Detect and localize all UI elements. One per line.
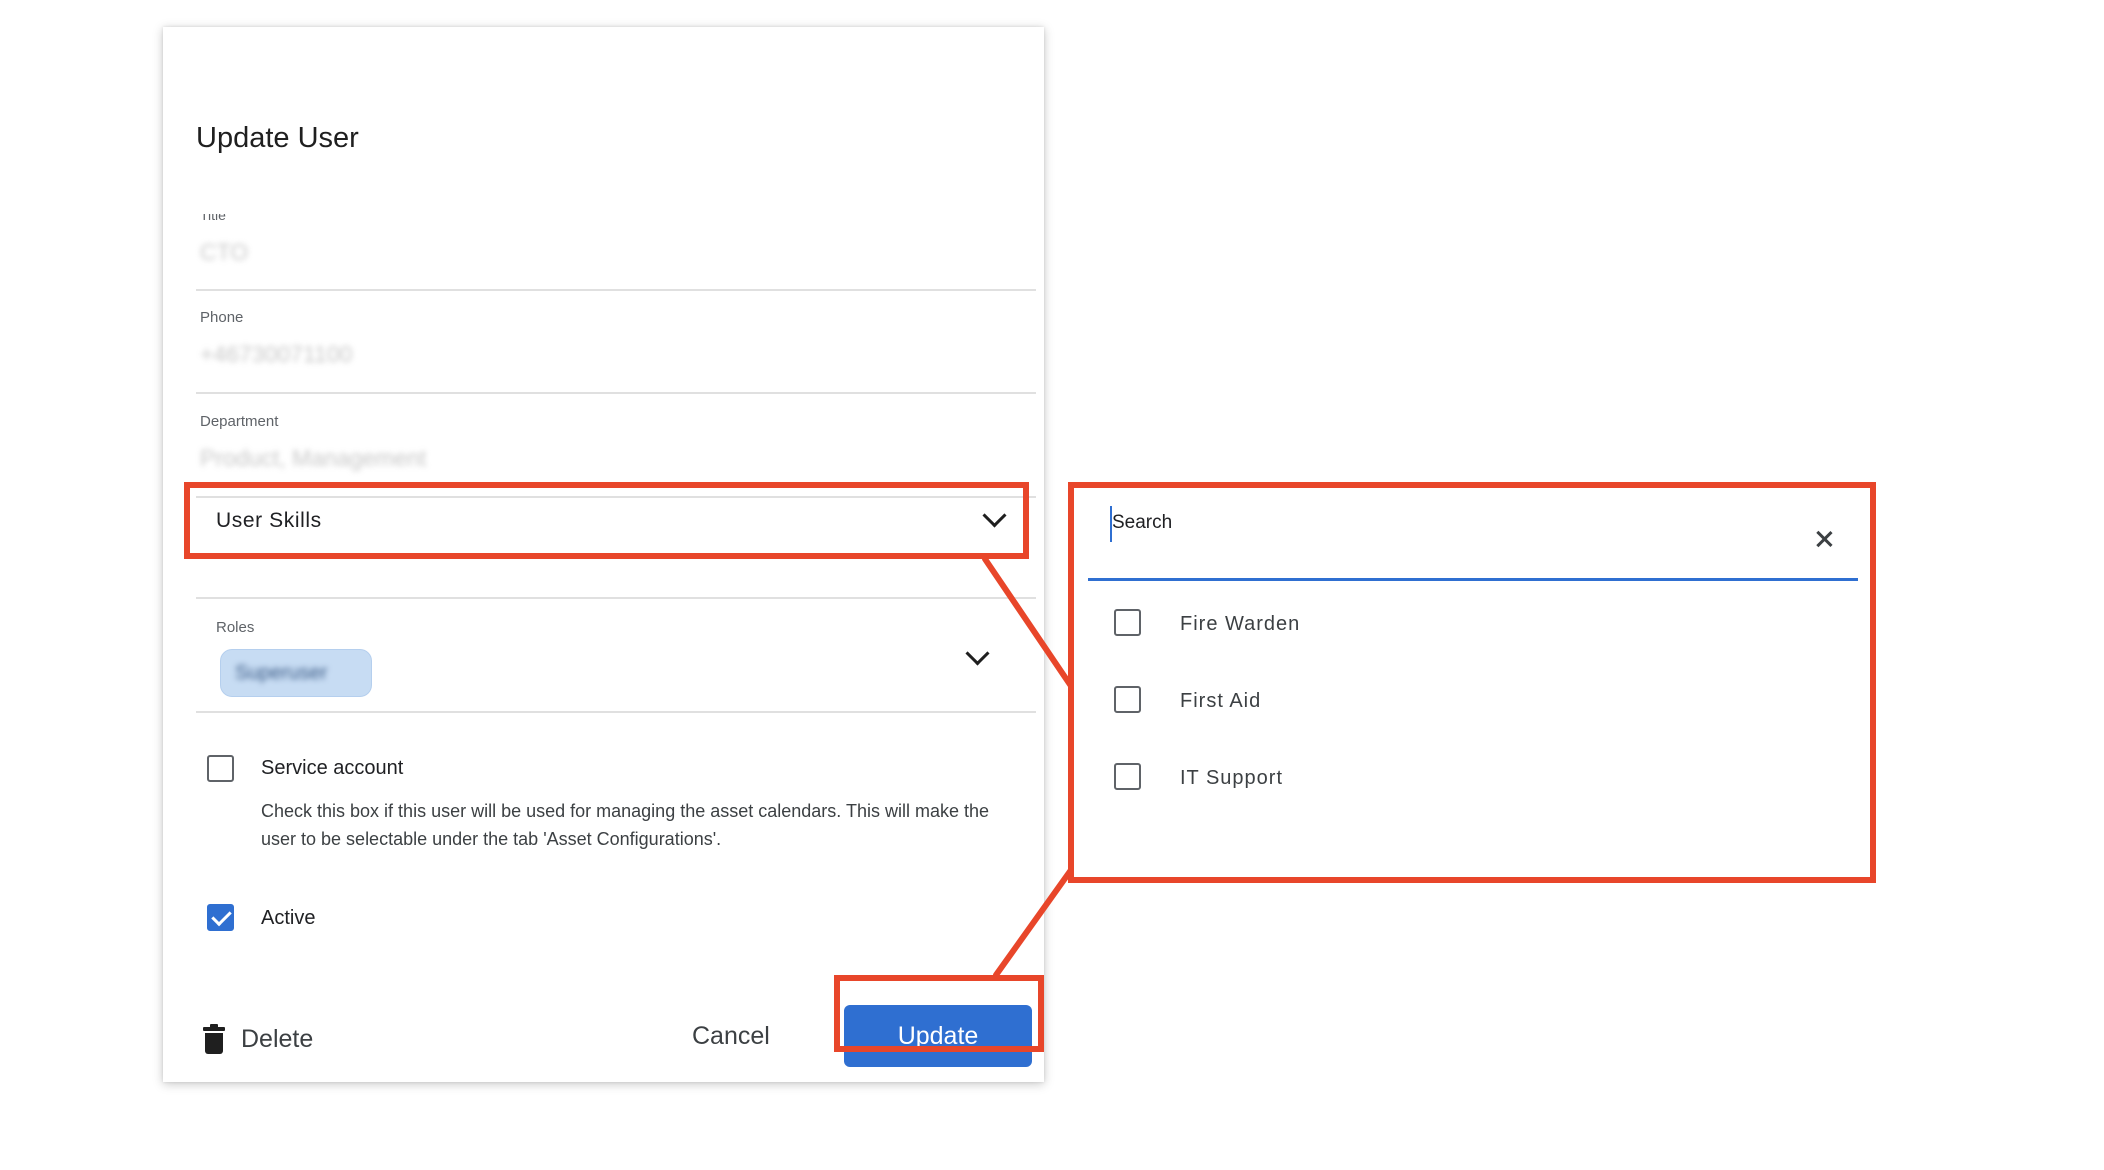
- roles-select[interactable]: Roles Superuser: [196, 597, 1036, 713]
- skill-checkbox[interactable]: [1114, 763, 1141, 790]
- role-chip-label: Superuser: [235, 662, 328, 684]
- close-icon[interactable]: [1815, 530, 1833, 548]
- department-field-value: Product, Management: [200, 445, 427, 471]
- role-chip[interactable]: Superuser: [220, 649, 372, 697]
- department-field[interactable]: Department Product, Management: [196, 392, 1036, 498]
- phone-field-label: Phone: [200, 309, 244, 326]
- chevron-down-icon: [965, 641, 990, 666]
- skills-search-input[interactable]: [1112, 508, 1792, 538]
- skill-option-first-aid[interactable]: First Aid: [1114, 682, 1814, 722]
- service-account-label: Service account: [261, 757, 404, 779]
- active-label: Active: [261, 907, 316, 929]
- active-checkbox[interactable]: [207, 904, 234, 931]
- service-account-help-text: Check this box if this user will be used…: [261, 801, 990, 849]
- delete-label: Delete: [241, 1024, 314, 1053]
- skill-option-fire-warden[interactable]: Fire Warden: [1114, 605, 1814, 645]
- skills-search-field[interactable]: [1088, 498, 1858, 581]
- skill-checkbox[interactable]: [1114, 686, 1141, 713]
- skill-checkbox[interactable]: [1114, 609, 1141, 636]
- dialog-title: Update User: [196, 122, 359, 154]
- skill-option-it-support[interactable]: IT Support: [1114, 759, 1814, 799]
- roles-label: Roles: [216, 619, 255, 636]
- user-skills-dropdown-panel: Fire Warden First Aid IT Support: [1074, 488, 1870, 877]
- service-account-checkbox[interactable]: [207, 755, 234, 782]
- skill-option-label: First Aid: [1180, 690, 1262, 712]
- chevron-down-icon: [982, 503, 1007, 528]
- stage: Update User Title CTO Phone +46730071100…: [0, 0, 2104, 1170]
- user-skills-label: User Skills: [216, 509, 322, 532]
- update-user-dialog: Update User Title CTO Phone +46730071100…: [163, 27, 1044, 1082]
- update-button[interactable]: Update: [844, 1005, 1032, 1067]
- title-field[interactable]: Title CTO: [196, 207, 1036, 291]
- trash-icon: [203, 1024, 225, 1054]
- phone-field-value: +46730071100: [200, 341, 353, 367]
- skill-option-label: Fire Warden: [1180, 613, 1301, 635]
- title-field-value: CTO: [200, 239, 249, 265]
- phone-field[interactable]: Phone +46730071100: [196, 289, 1036, 394]
- title-field-label: Title: [200, 207, 226, 223]
- department-field-label: Department: [200, 413, 279, 430]
- user-skills-select[interactable]: User Skills: [191, 487, 1035, 559]
- delete-button[interactable]: Delete: [203, 1019, 313, 1059]
- cancel-button[interactable]: Cancel: [692, 1022, 770, 1051]
- skill-option-label: IT Support: [1180, 767, 1284, 789]
